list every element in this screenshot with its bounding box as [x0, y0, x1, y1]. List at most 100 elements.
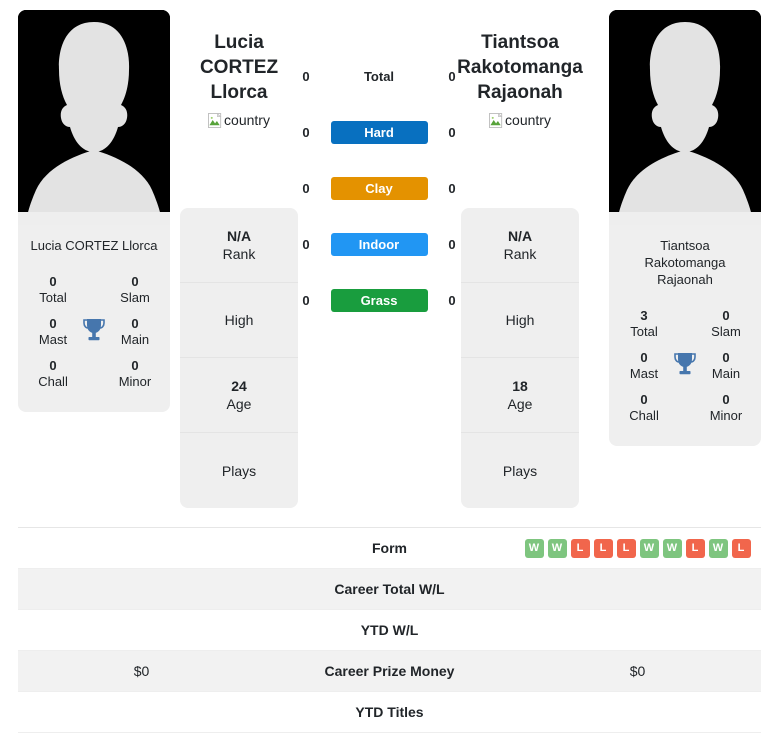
titles-chall-left: 0 Chall	[26, 358, 80, 390]
form-badge-loss: L	[685, 538, 705, 558]
form-badge-win: W	[662, 538, 682, 558]
titles-mast-label-left: Mast	[38, 332, 68, 347]
player-card-right: Tiantsoa Rakotomanga Rajaonah 3 Total 0 …	[609, 10, 761, 446]
surface-label-clay: Clay	[330, 176, 428, 200]
surface-breakdown: 0 Total 0 0 Hard 0 0 Clay 0 0 Indoor 0 0 Grass 0	[299, 62, 459, 342]
form-badge-loss: L	[616, 538, 636, 558]
titles-main-label-left: Main	[120, 332, 150, 347]
surface-left-value-grass: 0	[302, 292, 310, 308]
row-right-value: WWLLLWWLWL	[514, 538, 761, 558]
surface-label-indoor: Indoor	[330, 232, 428, 256]
stat-age-value-left: 24	[231, 378, 247, 394]
country-flag-alt-left: country	[224, 112, 270, 128]
broken-image-icon	[208, 112, 223, 128]
broken-image-icon	[489, 112, 504, 128]
titles-grid-right: 3 Total 0 Slam 0 Mast 0 Main 0 Chall 0 M…	[609, 292, 761, 446]
country-flag-left: country	[208, 112, 270, 128]
table-row: YTD Titles	[18, 692, 761, 733]
surface-label-hard: Hard	[330, 120, 428, 144]
stat-plays-left: Plays	[180, 433, 298, 508]
surface-right-value-clay: 0	[448, 180, 456, 196]
comparison-header-area: Lucia CORTEZ Llorca 0 Total 0 Slam 0 Mas…	[0, 0, 779, 527]
player-header-right-line1: Tiantsoa	[481, 32, 559, 53]
player-comparison-page: Lucia CORTEZ Llorca 0 Total 0 Slam 0 Mas…	[0, 0, 779, 739]
surface-row-hard: 0 Hard 0	[299, 118, 459, 146]
titles-minor-left: 0 Minor	[108, 358, 162, 390]
surface-label-grass: Grass	[330, 288, 428, 312]
titles-grid-left: 0 Total 0 Slam 0 Mast 0 Main 0 Chall 0 M…	[18, 258, 170, 412]
titles-chall-value-left: 0	[49, 358, 57, 373]
titles-mast-value-left: 0	[49, 316, 57, 331]
row-label: Career Total W/L	[334, 581, 445, 597]
stat-panel-right: N/A Rank High 18 Age Plays	[461, 208, 579, 508]
surface-row-total: 0 Total 0	[299, 62, 459, 90]
titles-chall-right: 0 Chall	[617, 392, 671, 424]
form-badge-win: W	[547, 538, 567, 558]
table-row: $0 Career Prize Money $0	[18, 651, 761, 692]
form-badge-loss: L	[570, 538, 590, 558]
titles-row-mast-main-left: 0 Mast 0 Main	[18, 316, 170, 348]
form-badges-right: WWLLLWWLWL	[524, 538, 751, 558]
titles-row-total-slam-left: 0 Total 0 Slam	[18, 274, 170, 306]
surface-left-value-hard: 0	[302, 124, 310, 140]
player-header-name-left: Lucia CORTEZ Llorca	[169, 30, 309, 105]
titles-minor-right: 0 Minor	[699, 392, 753, 424]
surface-row-grass: 0 Grass 0	[299, 286, 459, 314]
player-header-right-line2: Rakotomanga	[457, 57, 583, 78]
player-card-left: Lucia CORTEZ Llorca 0 Total 0 Slam 0 Mas…	[18, 10, 170, 412]
player-name-right: Tiantsoa Rakotomanga Rajaonah	[609, 225, 761, 292]
stat-high-label-left: High	[224, 312, 254, 328]
trophy-icon	[671, 350, 699, 376]
titles-mast-right: 0 Mast	[617, 350, 671, 382]
surface-label-total: Total	[363, 68, 395, 84]
titles-minor-label-right: Minor	[709, 408, 743, 423]
trophy-icon	[80, 316, 108, 342]
player-header-left-line1: Lucia	[214, 32, 264, 53]
titles-spacer2-left	[80, 358, 108, 360]
stat-plays-right: Plays	[461, 433, 579, 508]
country-flag-right: country	[489, 112, 551, 128]
surface-row-indoor: 0 Indoor 0	[299, 230, 459, 258]
stat-rank-left: N/A Rank	[180, 208, 298, 283]
stat-high-left: High	[180, 283, 298, 358]
titles-slam-value-right: 0	[722, 308, 730, 323]
titles-mast-left: 0 Mast	[26, 316, 80, 348]
titles-row-mast-main-right: 0 Mast 0 Main	[609, 350, 761, 382]
titles-main-right: 0 Main	[699, 350, 753, 382]
row-left-value: $0	[133, 663, 150, 679]
stat-rank-value-left: N/A	[226, 228, 252, 244]
titles-row-chall-minor-left: 0 Chall 0 Minor	[18, 358, 170, 390]
table-row: YTD W/L	[18, 610, 761, 651]
titles-row-chall-minor-right: 0 Chall 0 Minor	[609, 392, 761, 424]
row-label: Form	[372, 540, 407, 556]
titles-row-total-slam-right: 3 Total 0 Slam	[609, 308, 761, 340]
player-photo-left	[18, 10, 170, 225]
titles-chall-value-right: 0	[640, 392, 648, 407]
surface-right-value-grass: 0	[448, 292, 456, 308]
player-name-right-line1: Tiantsoa	[660, 238, 710, 253]
stat-high-label-right: High	[505, 312, 535, 328]
form-badge-win: W	[639, 538, 659, 558]
row-label: Career Prize Money	[324, 663, 455, 679]
titles-main-left: 0 Main	[108, 316, 162, 348]
titles-slam-value-left: 0	[131, 274, 139, 289]
player-name-right-line3: Rajaonah	[657, 272, 713, 287]
table-row: Form W W L L L W W L W L	[18, 528, 761, 569]
form-badge-loss: L	[593, 538, 613, 558]
player-name-left: Lucia CORTEZ Llorca	[30, 238, 158, 253]
row-label: YTD W/L	[360, 622, 419, 638]
stat-age-label-left: Age	[226, 396, 252, 412]
titles-spacer-left	[80, 274, 108, 276]
stat-rank-right: N/A Rank	[461, 208, 579, 283]
surface-right-value-hard: 0	[448, 124, 456, 140]
form-badge-loss: L	[731, 538, 751, 558]
surface-left-value-total: 0	[302, 68, 310, 84]
titles-total-left: 0 Total	[26, 274, 80, 306]
stat-panel-left: N/A Rank High 24 Age Plays	[180, 208, 298, 508]
titles-chall-label-left: Chall	[38, 374, 68, 389]
stat-rank-label-left: Rank	[222, 246, 256, 262]
titles-slam-label-left: Slam	[120, 290, 150, 305]
titles-minor-value-right: 0	[722, 392, 730, 407]
surface-right-value-indoor: 0	[448, 236, 456, 252]
titles-total-label-left: Total	[39, 290, 67, 305]
